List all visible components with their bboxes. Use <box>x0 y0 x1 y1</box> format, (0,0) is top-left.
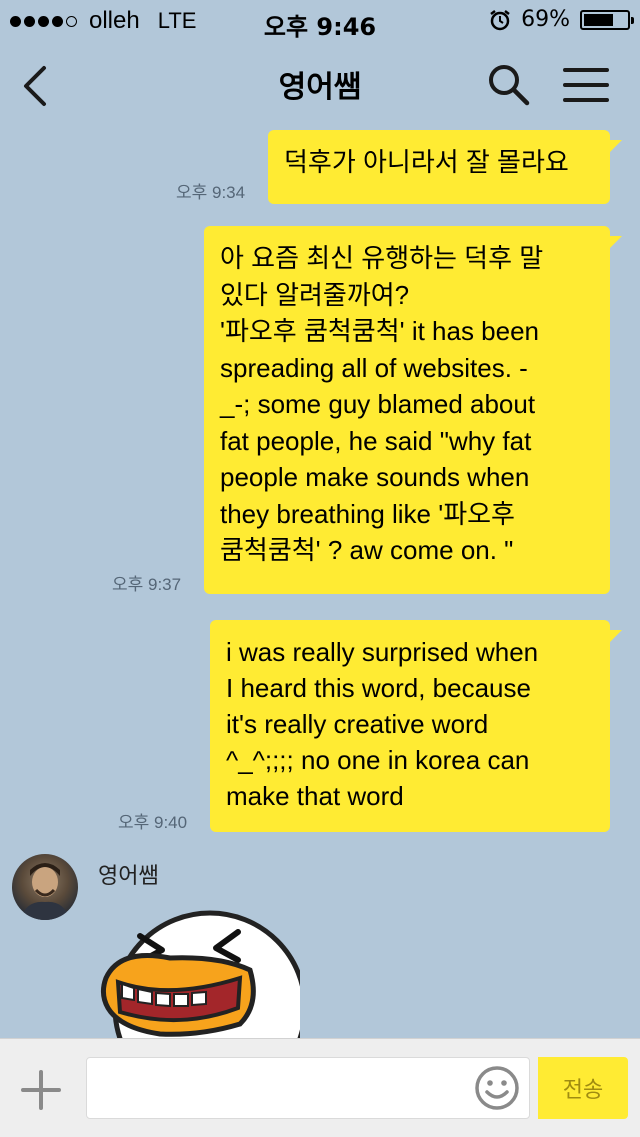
message-timestamp: 오후 9:40 <box>118 813 188 832</box>
sender-name: 영어쌤 <box>98 864 159 889</box>
emoji-icon[interactable] <box>474 1065 520 1111</box>
battery-percent: 69% <box>521 7 570 32</box>
search-icon[interactable] <box>486 62 530 106</box>
avatar[interactable] <box>12 854 78 920</box>
send-button[interactable]: 전송 <box>538 1057 628 1119</box>
status-right: 69% <box>489 7 634 32</box>
message-timestamp: 오후 9:34 <box>176 183 246 202</box>
alarm-icon <box>490 9 510 30</box>
chat-header: 영어쌤 <box>0 40 640 128</box>
message-bubble[interactable]: 아 요즘 최신 유행하는 덕후 말 있다 알려줄까여? '파오후 쿰척쿰척' i… <box>204 226 622 594</box>
message-bubble[interactable]: i was really surprised when I heard this… <box>210 620 622 832</box>
message-timestamp: 오후 9:37 <box>112 575 182 594</box>
message-input[interactable] <box>86 1057 530 1119</box>
laughing-duck-sticker[interactable] <box>100 908 300 1038</box>
chat-title: 영어쌤 <box>278 70 362 105</box>
message-bubble[interactable]: 덕후가 아니라서 잘 몰라요 <box>268 130 622 204</box>
status-bar: olleh LTE 오후 9:46 69% <box>0 0 640 41</box>
battery-icon <box>580 9 634 30</box>
input-bar: 전송 <box>0 1038 640 1137</box>
hamburger-menu-icon[interactable] <box>562 66 610 104</box>
plus-icon[interactable] <box>20 1069 62 1111</box>
avatar-photo <box>20 863 70 920</box>
chat-area[interactable]: 덕후가 아니라서 잘 몰라요 오후 9:34 아 요즘 최신 유행하는 덕후 말… <box>0 128 640 1038</box>
